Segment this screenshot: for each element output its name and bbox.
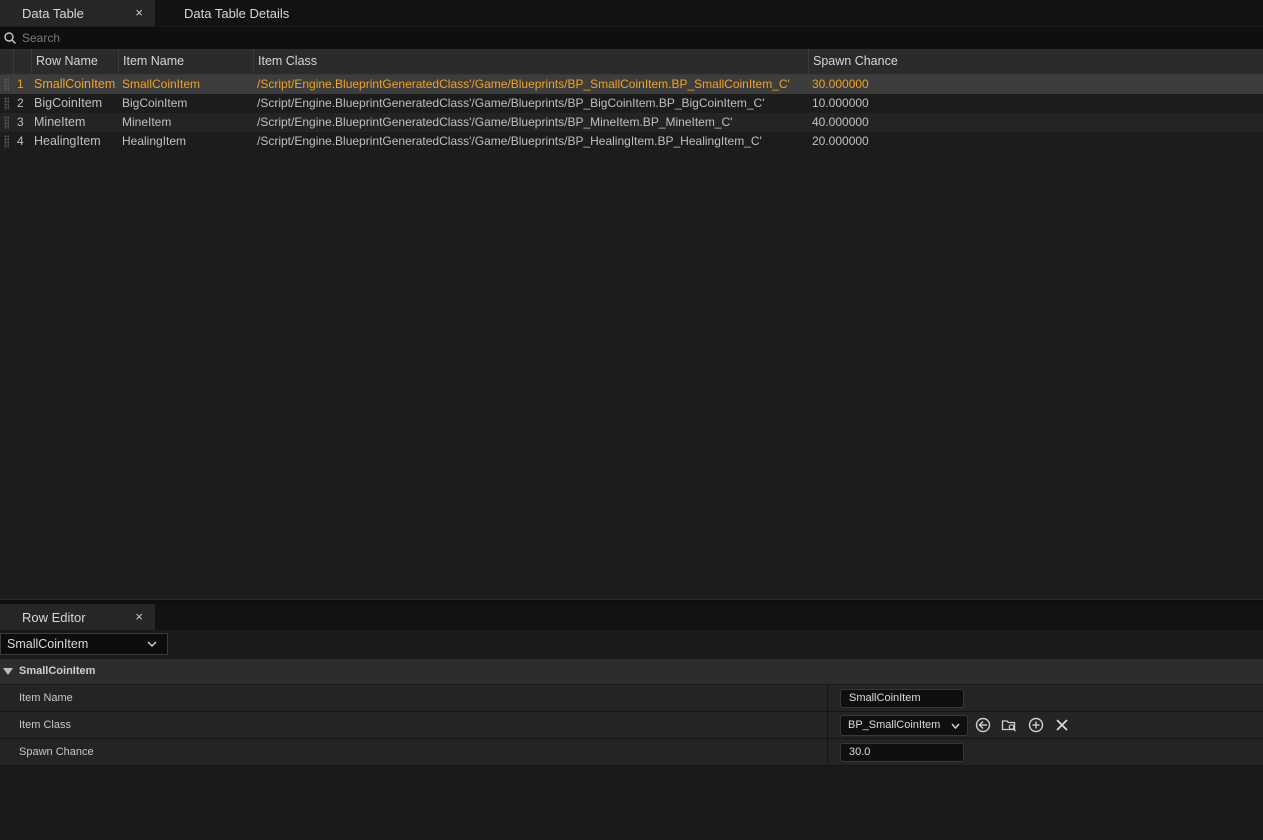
chevron-down-icon [951, 723, 960, 730]
header-row-name[interactable]: Row Name [31, 49, 118, 74]
item-name: SmallCoinItem [122, 77, 201, 91]
item-class-value: BP_SmallCoinItem [848, 719, 941, 731]
row-index: 2 [17, 96, 24, 110]
property-label: Item Class [19, 719, 71, 731]
tab-data-table-details-label: Data Table Details [184, 5, 290, 21]
table-header: Row Name Item Name Item Class Spawn Chan… [0, 49, 1263, 75]
table-row[interactable]: 4 HealingItem HealingItem /Script/Engine… [0, 132, 1263, 151]
row-name: BigCoinItem [34, 96, 103, 110]
property-row-spawn-chance: Spawn Chance 30.0 [0, 739, 1263, 766]
spawn-chance-field[interactable]: 30.0 [840, 743, 964, 762]
tab-data-table[interactable]: Data Table × [0, 0, 155, 26]
drag-handle[interactable] [4, 116, 9, 129]
add-icon[interactable] [1028, 717, 1044, 733]
item-name-field[interactable]: SmallCoinItem [840, 689, 964, 708]
row-selector-value: SmallCoinItem [7, 637, 89, 651]
item-class-combo[interactable]: BP_SmallCoinItem [840, 715, 968, 736]
row-selector-dropdown[interactable]: SmallCoinItem [0, 633, 168, 655]
item-class: /Script/Engine.BlueprintGeneratedClass'/… [257, 134, 762, 148]
item-name: BigCoinItem [122, 96, 188, 110]
spawn-chance: 20.000000 [812, 134, 869, 148]
row-index: 1 [17, 77, 24, 91]
drag-handle[interactable] [4, 135, 9, 148]
data-table: Row Name Item Name Item Class Spawn Chan… [0, 49, 1263, 599]
row-editor-tab-bar: Row Editor × [0, 604, 1263, 630]
table-row[interactable]: 2 BigCoinItem BigCoinItem /Script/Engine… [0, 94, 1263, 113]
item-class: /Script/Engine.BlueprintGeneratedClass'/… [257, 96, 765, 110]
tab-data-table-label: Data Table [22, 5, 84, 21]
top-tab-bar: Data Table × Data Table Details [0, 0, 1263, 26]
search-bar [0, 27, 1263, 49]
spawn-chance: 10.000000 [812, 96, 869, 110]
property-row-item-class: Item Class BP_SmallCoinItem [0, 712, 1263, 739]
property-label: Spawn Chance [19, 746, 94, 758]
tab-row-editor[interactable]: Row Editor × [0, 604, 155, 630]
table-row[interactable]: 1 SmallCoinItem SmallCoinItem /Script/En… [0, 75, 1263, 94]
chevron-down-icon [147, 641, 157, 648]
row-index: 3 [17, 115, 24, 129]
table-row[interactable]: 3 MineItem MineItem /Script/Engine.Bluep… [0, 113, 1263, 132]
property-label: Item Name [19, 692, 73, 704]
section-header[interactable]: SmallCoinItem [0, 659, 1263, 685]
close-icon[interactable]: × [135, 609, 143, 624]
clear-icon[interactable] [1054, 717, 1070, 733]
browse-back-icon[interactable] [975, 717, 991, 733]
item-name: MineItem [122, 115, 172, 129]
item-name: HealingItem [122, 134, 187, 148]
row-name: SmallCoinItem [34, 77, 116, 91]
spawn-chance: 40.000000 [812, 115, 869, 129]
search-icon [4, 32, 16, 44]
row-name: MineItem [34, 115, 86, 129]
browse-asset-icon[interactable] [1001, 717, 1017, 733]
item-class: /Script/Engine.BlueprintGeneratedClass'/… [257, 115, 733, 129]
drag-handle[interactable] [4, 97, 9, 110]
section-title: SmallCoinItem [19, 665, 96, 677]
property-row-item-name: Item Name SmallCoinItem [0, 685, 1263, 712]
row-index: 4 [17, 134, 24, 148]
tab-row-editor-label: Row Editor [22, 609, 86, 625]
header-item-class[interactable]: Item Class [253, 49, 808, 74]
search-input[interactable] [22, 29, 1252, 47]
header-index [13, 49, 31, 74]
spawn-chance: 30.000000 [812, 77, 869, 91]
header-item-name[interactable]: Item Name [118, 49, 253, 74]
column-divider[interactable] [827, 739, 828, 765]
tab-data-table-details[interactable]: Data Table Details [162, 0, 322, 26]
header-spawn-chance[interactable]: Spawn Chance [808, 49, 1263, 74]
close-icon[interactable]: × [135, 5, 143, 20]
row-name: HealingItem [34, 134, 101, 148]
collapse-triangle-icon[interactable] [3, 668, 13, 675]
column-divider[interactable] [827, 685, 828, 711]
column-divider[interactable] [827, 712, 828, 738]
item-class: /Script/Engine.BlueprintGeneratedClass'/… [257, 77, 790, 91]
drag-handle[interactable] [4, 78, 9, 91]
